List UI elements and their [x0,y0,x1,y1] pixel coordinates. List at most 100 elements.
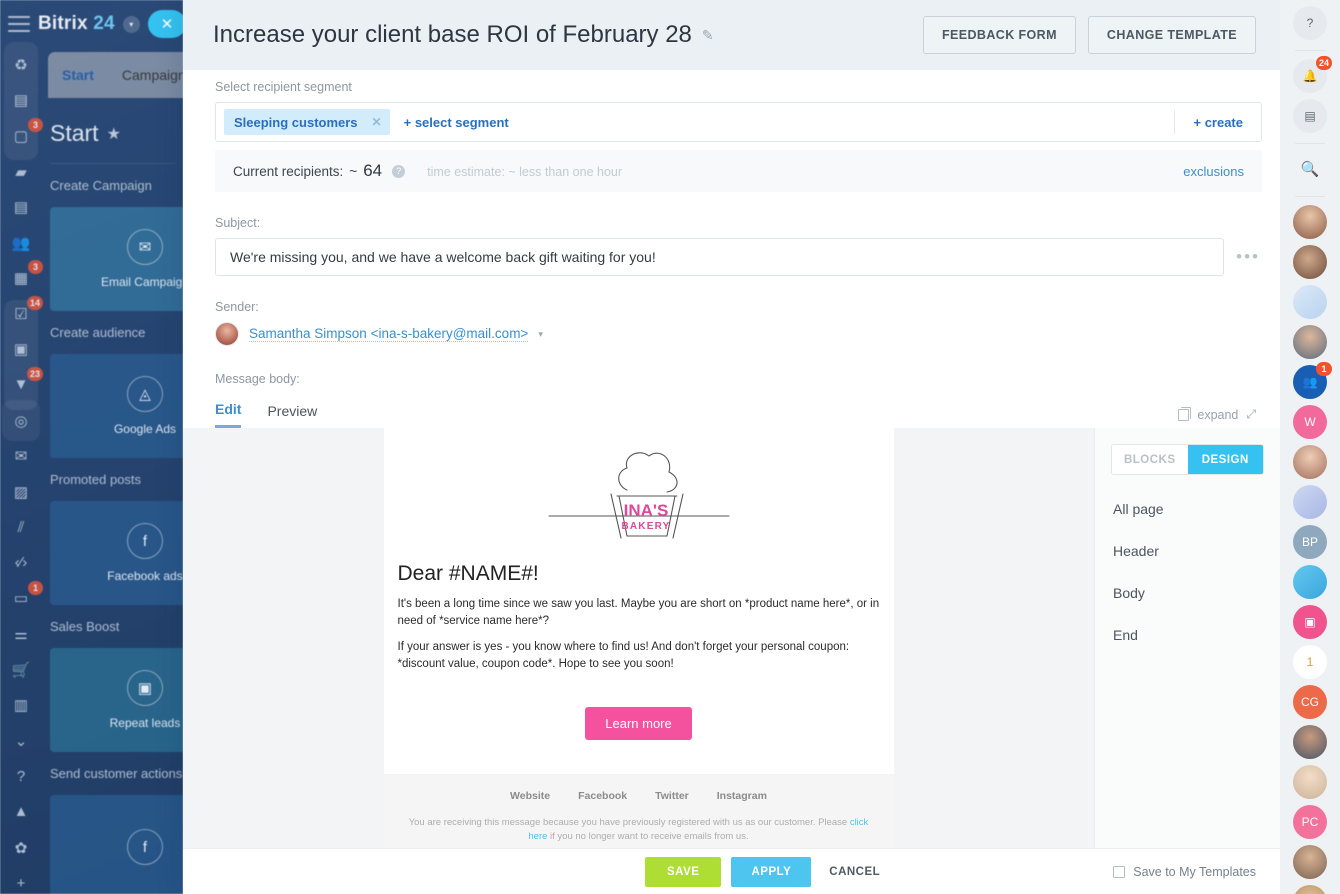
settings-sliders-icon[interactable]: ⚌ [8,623,34,645]
avatar-initial[interactable]: BP [1293,525,1327,559]
avatar[interactable] [1293,445,1327,479]
avatar[interactable] [1293,485,1327,519]
help-icon[interactable]: ? [8,766,34,788]
avatar-initial[interactable]: W [1293,405,1327,439]
apps-icon[interactable]: ▲ [8,801,34,823]
company-icon[interactable]: ▥ [8,694,34,716]
chat-icon[interactable]: ▢ 3 [8,118,43,147]
mail-icon[interactable]: ✉ [8,445,34,467]
email-body-block[interactable]: Dear #NAME#! It's been a long time since… [384,548,894,774]
email-footer-block[interactable]: Website Facebook Twitter Instagram You a… [383,773,894,848]
help-icon[interactable]: ? [1293,6,1327,40]
copy-icon[interactable] [1178,406,1192,421]
avatar[interactable] [1293,565,1327,599]
messages-icon[interactable]: ▤ [1293,99,1327,133]
chevron-down-icon[interactable]: ▾ [122,15,140,33]
tab-design[interactable]: DESIGN [1187,445,1263,474]
expand-control[interactable]: expand ⤢ [1178,406,1256,422]
tasks-icon[interactable]: ☑ 14 [8,296,43,325]
card-facebook-ads[interactable]: f Facebook ads [50,501,183,605]
header-actions: FEEDBACK FORM CHANGE TEMPLATE [923,16,1256,54]
segment-chip[interactable]: Sleeping customers ✕ [224,109,390,135]
calendar-icon[interactable]: ▦ 3 [8,260,43,289]
design-section-header[interactable]: Header [1111,517,1264,559]
create-segment-link[interactable]: + create [1175,115,1261,130]
ellipsis-icon[interactable]: ••• [1234,247,1262,267]
question-icon[interactable]: ? [392,164,406,178]
social-link-twitter[interactable]: Twitter [655,790,689,802]
avatar-initial[interactable]: CG [1293,685,1327,719]
save-button[interactable]: SAVE [645,856,722,887]
card-send-customer-actions[interactable]: f [50,795,183,894]
email-template[interactable]: INA'S BAKERY Dear #NAME#! It's been a lo… [383,428,894,848]
logo-brand-text: INA'S [623,501,668,520]
feedback-form-button[interactable]: FEEDBACK FORM [923,16,1076,54]
search-icon[interactable]: 🔍 [1293,152,1327,186]
select-segment-link[interactable]: + select segment [404,115,509,130]
avatar[interactable] [1293,725,1327,759]
social-link-website[interactable]: Website [510,790,550,802]
card-repeat-leads[interactable]: ▣ Repeat leads [50,648,183,752]
change-template-button[interactable]: CHANGE TEMPLATE [1087,16,1256,54]
avatar-initial[interactable]: PC [1293,805,1327,839]
expand-arrows-icon[interactable]: ⤢ [1246,407,1256,422]
avatar[interactable] [1293,325,1327,359]
recipients-count: 64 [363,161,383,180]
automation-icon[interactable]: ▭ 1 [8,580,43,610]
chevron-down-icon[interactable]: ▾ [538,329,543,340]
documents-icon[interactable]: ▤ [8,196,34,218]
pencil-icon[interactable]: ✎ [702,27,714,44]
more-icon[interactable]: ⌄ [8,730,34,752]
card-email-campaign[interactable]: ✉ Email Campaign [50,207,183,311]
exclusions-link[interactable]: exclusions [1183,164,1244,179]
tab-blocks[interactable]: BLOCKS [1112,445,1188,474]
avatar[interactable] [1293,845,1327,879]
analytics-icon[interactable]: ⫽ [8,517,34,539]
notifications-icon[interactable]: 🔔 24 [1293,56,1332,93]
crm-filter-icon[interactable]: ▼ 23 [8,367,43,396]
subject-input[interactable] [215,238,1225,276]
slider-header: Increase your client base ROI of Februar… [183,0,1280,70]
tab-start[interactable]: Start [62,67,94,83]
gear-icon[interactable]: ✿ [8,837,34,859]
tab-preview[interactable]: Preview [267,403,317,427]
card-google-ads[interactable]: ◬ Google Ads [50,354,183,458]
marketing-icon[interactable]: ◎ [2,399,40,441]
learn-more-button[interactable]: Learn more [585,706,692,740]
code-icon[interactable]: ‹⁄› [8,552,34,574]
feed-icon[interactable]: ▤ [8,90,34,112]
avatar[interactable] [1293,285,1327,319]
apply-button[interactable]: APPLY [731,856,812,887]
avatar[interactable] [1293,765,1327,799]
drive-icon[interactable]: ▰ [8,161,34,183]
shop-icon[interactable]: 🛒 [8,659,34,681]
close-icon[interactable]: ✕ [372,115,382,129]
star-icon[interactable]: ★ [107,124,121,144]
cancel-button[interactable]: CANCEL [821,866,888,878]
social-link-facebook[interactable]: Facebook [578,790,627,802]
design-section-all-page[interactable]: All page [1111,475,1264,517]
design-section-body[interactable]: Body [1111,559,1264,601]
anniversary-icon[interactable]: 1 [1293,645,1327,679]
segment-right: + create [1174,103,1261,141]
contacts-icon[interactable]: ▣ [8,339,34,361]
menu-burger-icon[interactable] [8,16,30,32]
avatar[interactable] [1293,205,1327,239]
card-label: Email Campaign [100,275,183,289]
recycle-icon[interactable]: ♻ [8,54,34,76]
social-link-instagram[interactable]: Instagram [717,790,767,802]
save-to-templates-checkbox[interactable] [1113,865,1126,878]
sender-select[interactable]: Samantha Simpson <ina-s-bakery@mail.com> [249,326,529,342]
close-icon[interactable]: ✕ [148,10,183,38]
tab-campaign[interactable]: Campaign [122,67,183,83]
email-logo-block[interactable]: INA'S BAKERY [383,428,894,548]
group-chat-icon[interactable]: 👥 1 [1293,362,1332,399]
avatar[interactable] [1293,885,1327,894]
add-icon[interactable]: + [8,872,34,894]
inventory-icon[interactable]: ▨ [8,481,34,503]
avatar[interactable] [1293,245,1327,279]
card-icon[interactable]: ▣ [1293,605,1327,639]
groups-icon[interactable]: 👥 [8,232,34,254]
tab-edit[interactable]: Edit [215,401,242,428]
design-section-end[interactable]: End [1111,601,1264,643]
